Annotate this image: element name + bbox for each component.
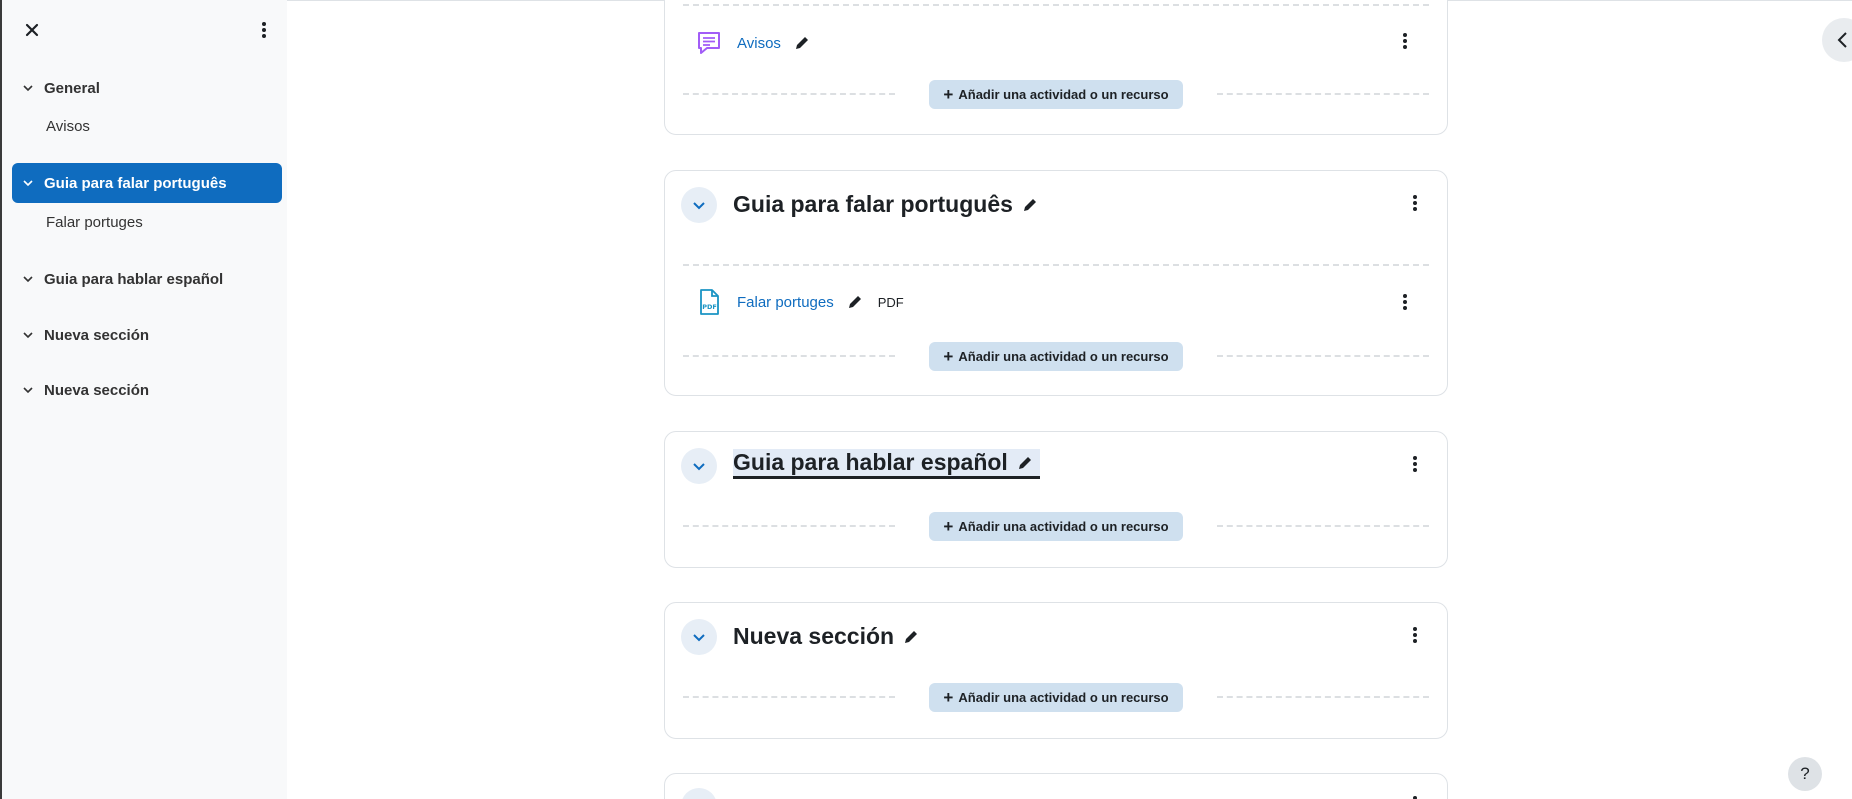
pencil-icon[interactable] xyxy=(846,293,864,311)
plus-icon: + xyxy=(943,346,954,366)
pencil-icon[interactable] xyxy=(793,34,811,52)
sidebar-item-avisos[interactable]: Avisos xyxy=(46,118,90,135)
section-title[interactable]: Guia para hablar español xyxy=(733,449,1040,479)
section-options-button[interactable] xyxy=(1405,623,1425,647)
activity-options-button[interactable] xyxy=(1395,29,1415,53)
divider xyxy=(683,4,1429,6)
sidebar-section-label: Guia para hablar español xyxy=(44,270,224,288)
activity-row: PDF Falar portuges PDF xyxy=(695,288,904,316)
chevron-down-icon xyxy=(693,202,705,210)
kebab-menu-icon xyxy=(1413,796,1417,799)
collapse-section-button[interactable] xyxy=(681,619,717,655)
activity-link-falar-portuges[interactable]: Falar portuges xyxy=(737,294,834,311)
open-block-drawer-button[interactable] xyxy=(1822,18,1852,62)
section-options-button[interactable] xyxy=(1405,191,1425,215)
plus-icon: + xyxy=(943,84,954,104)
chevron-down-icon xyxy=(23,180,33,187)
activity-options-button[interactable] xyxy=(1395,290,1415,314)
sidebar-item-falar-portuges[interactable]: Falar portuges xyxy=(46,214,143,231)
close-icon xyxy=(25,23,39,37)
activity-row: Avisos xyxy=(695,29,811,57)
add-activity-button[interactable]: + Añadir una actividad o un recurso xyxy=(929,683,1183,712)
divider xyxy=(683,93,895,95)
sidebar-section-label: Guia para falar português xyxy=(44,174,227,192)
collapse-section-button[interactable] xyxy=(681,788,717,799)
section-options-button[interactable] xyxy=(1405,792,1425,799)
chevron-down-icon xyxy=(693,463,705,471)
sidebar-section-label: Nueva sección xyxy=(44,326,150,344)
sidebar-section-nueva-seccion[interactable]: Nueva sección xyxy=(12,315,282,355)
help-button[interactable]: ? xyxy=(1788,757,1822,791)
chevron-down-icon xyxy=(23,85,33,92)
section-title: Guia para falar português xyxy=(733,191,1039,218)
add-activity-button[interactable]: + Añadir una actividad o un recurso xyxy=(929,512,1183,541)
divider xyxy=(683,525,895,527)
add-activity-button[interactable]: + Añadir una actividad o un recurso xyxy=(929,342,1183,371)
pencil-icon[interactable] xyxy=(1021,196,1039,214)
add-activity-label: Añadir una actividad o un recurso xyxy=(958,690,1169,705)
divider xyxy=(683,355,895,357)
add-activity-label: Añadir una actividad o un recurso xyxy=(958,349,1169,364)
section-title-text: Guia para falar português xyxy=(733,191,1013,217)
section-card-next xyxy=(664,773,1448,799)
divider xyxy=(683,696,895,698)
section-title: Nueva sección xyxy=(733,623,920,650)
chevron-down-icon xyxy=(23,276,33,283)
course-index-drawer: General Avisos Guia para falar português… xyxy=(2,0,287,799)
sidebar-section-nueva-seccion-2[interactable]: Nueva sección xyxy=(12,370,282,410)
chevron-down-icon xyxy=(23,387,33,394)
sidebar-section-label: Nueva sección xyxy=(44,381,150,399)
kebab-menu-icon xyxy=(1413,627,1417,643)
divider xyxy=(1217,93,1429,95)
add-activity-label: Añadir una actividad o un recurso xyxy=(958,519,1169,534)
kebab-menu-icon xyxy=(1403,294,1407,310)
close-drawer-button[interactable] xyxy=(20,18,44,42)
section-card-guia-portugues: Guia para falar português PDF Falar port… xyxy=(664,170,1448,396)
add-activity-button[interactable]: + Añadir una actividad o un recurso xyxy=(929,80,1183,109)
pdf-file-icon: PDF xyxy=(700,289,719,315)
pencil-icon[interactable] xyxy=(902,628,920,646)
add-activity-label: Añadir una actividad o un recurso xyxy=(958,87,1169,102)
section-card-nueva-seccion: Nueva sección + Añadir una actividad o u… xyxy=(664,602,1448,739)
sidebar-section-guia-espanol[interactable]: Guia para hablar español xyxy=(12,259,282,299)
activity-link-avisos[interactable]: Avisos xyxy=(737,35,781,52)
svg-text:PDF: PDF xyxy=(702,303,717,311)
kebab-menu-icon xyxy=(1413,456,1417,472)
divider xyxy=(1217,696,1429,698)
divider xyxy=(1217,355,1429,357)
chevron-down-icon xyxy=(693,634,705,642)
plus-icon: + xyxy=(943,687,954,707)
plus-icon: + xyxy=(943,516,954,536)
collapse-section-button[interactable] xyxy=(681,448,717,484)
chevron-down-icon xyxy=(23,332,33,339)
collapse-section-button[interactable] xyxy=(681,187,717,223)
section-card-guia-espanol: Guia para hablar español + Añadir una ac… xyxy=(664,431,1448,568)
section-title-text: Nueva sección xyxy=(733,623,895,649)
drawer-options-button[interactable] xyxy=(252,18,276,42)
sidebar-section-guia-portugues[interactable]: Guia para falar português xyxy=(12,163,282,203)
forum-icon xyxy=(698,32,720,54)
divider xyxy=(1217,525,1429,527)
sidebar-section-general[interactable]: General xyxy=(12,68,282,108)
section-options-button[interactable] xyxy=(1405,452,1425,476)
pencil-icon[interactable] xyxy=(1016,454,1034,472)
sidebar-section-label: General xyxy=(44,79,100,97)
kebab-menu-icon xyxy=(1413,195,1417,211)
divider xyxy=(683,264,1429,266)
chevron-left-icon xyxy=(1837,32,1847,48)
file-type-badge: PDF xyxy=(877,294,904,310)
section-title-text: Guia para hablar español xyxy=(733,449,1008,475)
kebab-menu-icon xyxy=(1403,33,1407,49)
kebab-menu-icon xyxy=(262,22,266,38)
section-card-general: Avisos + Añadir una actividad o un recur… xyxy=(664,0,1448,135)
